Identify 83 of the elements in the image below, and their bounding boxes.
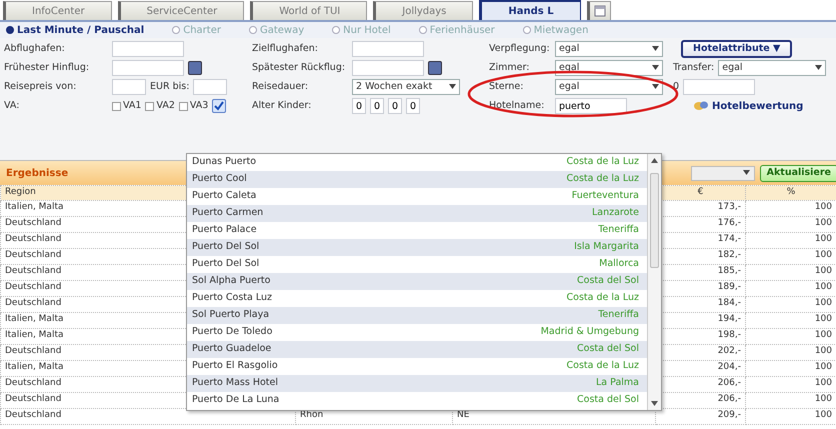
- input-field[interactable]: puerto: [555, 98, 627, 114]
- suggestion-item[interactable]: Puerto Del Sol Isla Margarita: [187, 239, 647, 256]
- date-field[interactable]: [352, 60, 424, 76]
- icon-tab[interactable]: [586, 1, 611, 20]
- date-field[interactable]: [112, 60, 184, 76]
- field-label: Alter Kinder:: [252, 98, 312, 113]
- table-cell: 100: [746, 248, 836, 264]
- checkbox[interactable]: VA1: [112, 98, 142, 114]
- field-label: Spätester Rückflug:: [252, 60, 346, 75]
- table-cell: 100: [746, 392, 836, 408]
- input-field[interactable]: [683, 79, 756, 95]
- tab[interactable]: InfoCenter: [3, 1, 112, 20]
- input-field[interactable]: [193, 79, 228, 95]
- calendar-icon[interactable]: [428, 61, 442, 75]
- caret-icon: [449, 84, 456, 89]
- table-cell: 100: [746, 408, 836, 424]
- chat-icon: [693, 100, 709, 112]
- field-label: Abflughafen:: [4, 42, 65, 56]
- caret-icon: [742, 170, 750, 176]
- calendar-icon[interactable]: [188, 61, 202, 75]
- field-label: Frühester Hinflug:: [4, 60, 90, 75]
- scroll-arrow-icon: [651, 400, 658, 406]
- table-cell: 100: [746, 280, 836, 296]
- table-cell: 100: [746, 360, 836, 376]
- caret-icon: [652, 84, 659, 89]
- table-cell: 100: [746, 376, 836, 392]
- suggestion-item[interactable]: Puerto Cool Costa de la Luz: [187, 171, 647, 188]
- field-label: Zielflughafen:: [252, 42, 318, 56]
- dropdown-field[interactable]: egal: [718, 60, 826, 76]
- input-field[interactable]: 0: [370, 98, 384, 114]
- scroll-thumb[interactable]: [650, 173, 659, 268]
- dropdown-field[interactable]: egal: [555, 79, 663, 95]
- checkbox[interactable]: [212, 99, 226, 113]
- table-cell: 100: [746, 312, 836, 328]
- field-label: Zimmer:: [489, 60, 530, 75]
- dropdown-field[interactable]: 2 Wochen exakt: [352, 79, 460, 95]
- field-label: VA:: [4, 98, 20, 113]
- tab[interactable]: Hands L: [479, 0, 581, 20]
- rating-link[interactable]: Hotelbewertung: [693, 98, 804, 114]
- column-header[interactable]: %: [746, 186, 836, 200]
- suggestion-item[interactable]: Puerto Guadeloe Costa del Sol: [187, 341, 647, 358]
- table-cell: 100: [746, 296, 836, 312]
- input-field[interactable]: [112, 79, 146, 95]
- caret-icon: [815, 64, 822, 70]
- tab[interactable]: World of TUI: [250, 1, 368, 20]
- field-label: Reisepreis von:: [4, 80, 76, 94]
- table-cell: 100: [746, 200, 836, 216]
- table-cell: 100: [746, 232, 836, 248]
- suggestion-item[interactable]: Puerto Mass Hotel La Palma: [187, 375, 647, 392]
- table-cell: 100: [746, 344, 836, 360]
- attributes-button[interactable]: Hotelattribute ▼: [681, 40, 792, 58]
- dropdown-field[interactable]: egal: [555, 41, 663, 57]
- field-label: Transfer:: [673, 60, 714, 75]
- caret-icon: [652, 46, 659, 51]
- refresh-button[interactable]: Aktualisiere: [760, 164, 836, 182]
- suggestion-item[interactable]: Dunas Puerto Costa de la Luz: [187, 154, 647, 171]
- input-field[interactable]: 0: [388, 98, 402, 114]
- table-cell: 100: [746, 216, 836, 232]
- field-label: Verpflegung:: [489, 42, 550, 56]
- suggestion-item[interactable]: Puerto Carmen Lanzarote: [187, 205, 647, 222]
- scroll-arrow-icon: [651, 158, 658, 163]
- field-label: EUR bis:: [150, 80, 190, 94]
- results-title: Ergebnisse: [6, 166, 68, 180]
- field-label: Reisedauer:: [252, 80, 308, 94]
- caret-icon: [652, 64, 659, 70]
- field-label: Hotelname:: [489, 98, 544, 113]
- options-button[interactable]: [690, 166, 755, 180]
- suggestion-item[interactable]: Sol Alpha Puerto Costa del Sol: [187, 273, 647, 290]
- field-label: Sterne:: [489, 80, 524, 94]
- tab[interactable]: ServiceCenter: [118, 1, 244, 20]
- scrollbar[interactable]: [647, 154, 661, 410]
- checkbox[interactable]: VA2: [145, 98, 175, 114]
- checkbox[interactable]: VA3: [178, 98, 208, 114]
- suggestion-item[interactable]: Sol Puerto Playa Teneriffa: [187, 307, 647, 324]
- radio-option[interactable]: Last Minute / Pauschal: [6, 22, 144, 38]
- table-cell: 100: [746, 264, 836, 280]
- input-field[interactable]: 0: [352, 98, 366, 114]
- input-field[interactable]: [352, 41, 424, 57]
- table-cell: 100: [746, 328, 836, 344]
- window-icon: [594, 4, 606, 17]
- input-field[interactable]: [112, 41, 184, 57]
- input-field[interactable]: 0: [406, 98, 420, 114]
- tab[interactable]: Jollydays: [373, 1, 474, 20]
